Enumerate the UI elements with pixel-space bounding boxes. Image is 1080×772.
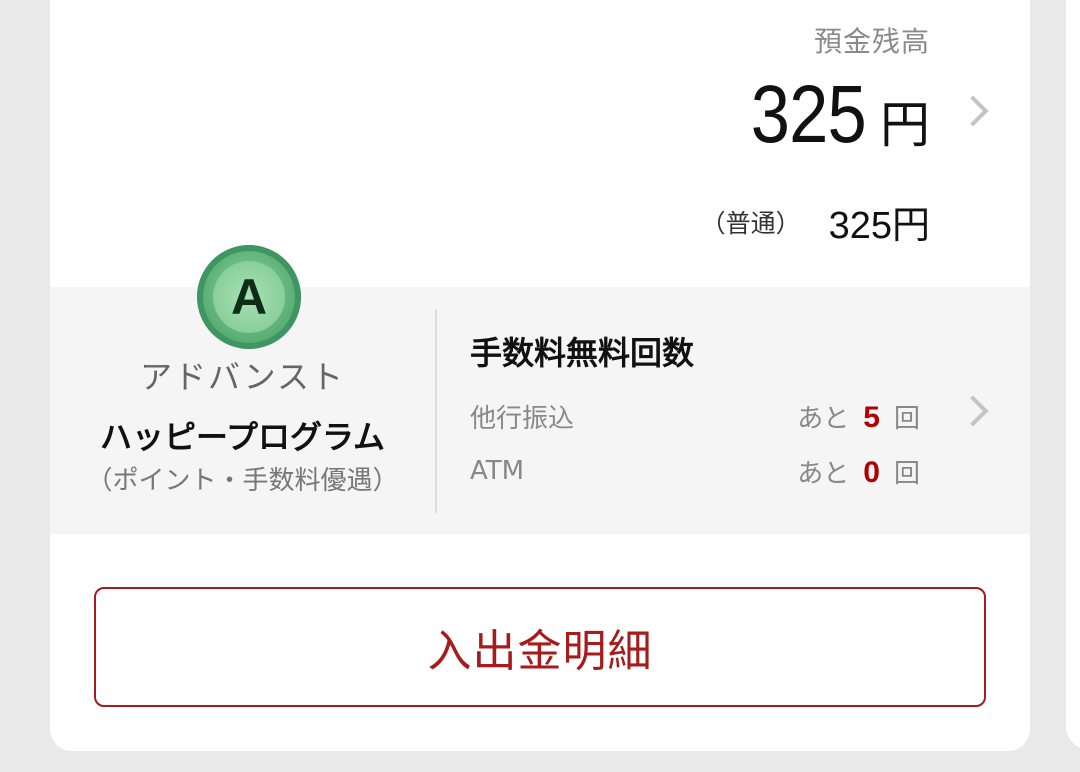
account-amount: 325円	[828, 205, 930, 247]
fee-suffix: 回	[893, 403, 920, 434]
fee-count-value: 0	[863, 455, 880, 489]
next-card-edge	[1066, 0, 1080, 750]
fee-count-value: 5	[863, 400, 880, 434]
fee-prefix: あと	[797, 403, 850, 434]
fee-row-transfer: 他行振込 あと 5 回	[470, 396, 920, 436]
account-type: （普通）	[700, 208, 801, 238]
transaction-history-button[interactable]: 入出金明細	[94, 587, 986, 707]
balance-unit: 円	[880, 96, 930, 154]
fee-label: 他行振込	[470, 403, 575, 434]
balance-label: 預金残高	[813, 25, 930, 58]
account-card: 預金残高 325 円 （普通） 325円 A アドバンスト ハッピープログラム …	[50, 0, 1030, 751]
fee-suffix: 回	[893, 458, 920, 489]
rank-badge-icon: A	[197, 245, 301, 349]
fee-count: あと 5 回	[797, 398, 920, 435]
panel-divider	[435, 309, 437, 513]
fee-prefix: あと	[797, 458, 850, 489]
account-sub-balance: （普通） 325円	[701, 194, 930, 249]
program-name: ハッピープログラム	[99, 418, 386, 456]
program-tier: アドバンスト	[140, 358, 345, 396]
balance-amount: 325	[750, 69, 867, 160]
program-note: （ポイント・手数料優遇）	[86, 466, 399, 496]
chevron-right-icon[interactable]	[957, 95, 989, 127]
fee-title: 手数料無料回数	[470, 334, 695, 372]
fee-row-atm: ATM あと 0 回	[470, 451, 920, 491]
balance-display[interactable]: 325 円	[732, 68, 930, 162]
fee-label: ATM	[470, 456, 525, 486]
fee-count: あと 0 回	[797, 453, 920, 490]
rank-badge-letter: A	[213, 261, 285, 333]
